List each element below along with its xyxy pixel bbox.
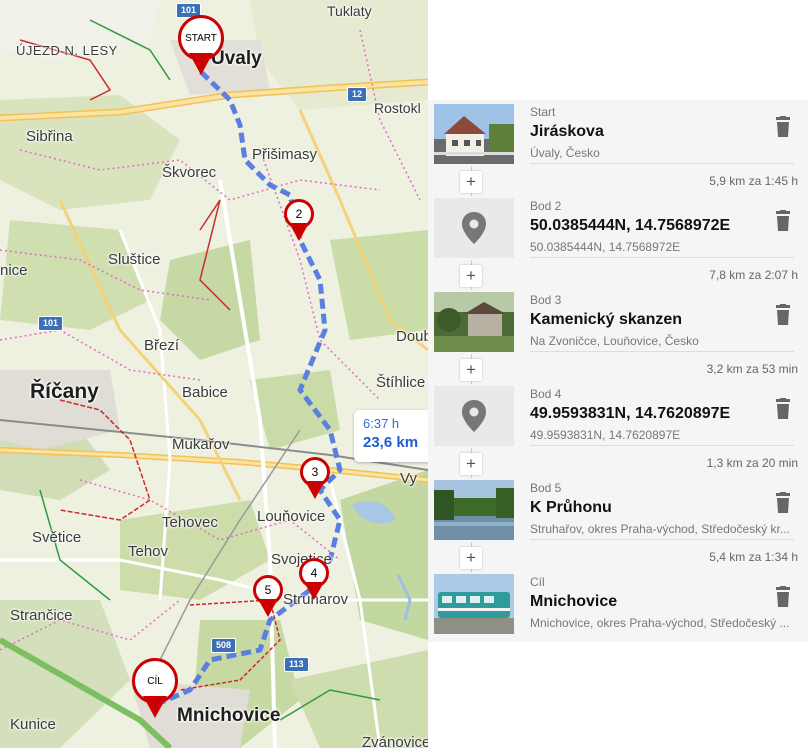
waypoint-marker-5[interactable]: 5 <box>253 575 285 621</box>
route-point-kind: Bod 3 <box>530 293 562 307</box>
place-tuklaty: Tuklaty <box>327 3 372 19</box>
place-svetice: Světice <box>32 529 82 546</box>
waypoint-marker-3[interactable]: 3 <box>300 457 332 503</box>
place-tehovec: Tehovec <box>162 514 218 531</box>
route-point-4[interactable]: Bod 4 49.9593831N, 14.7620897E 49.959383… <box>428 382 808 446</box>
route-leg-info: 3,2 km za 53 min <box>706 362 798 376</box>
route-point-kind: Cíl <box>530 575 545 589</box>
route-leg: + 1,3 km za 20 min <box>428 448 808 478</box>
place-stihlice: Štíhlice <box>376 374 426 391</box>
route-point-name: Mnichovice <box>530 593 618 610</box>
place-sibrina: Sibřina <box>26 128 73 145</box>
waypoint-marker-2[interactable]: 2 <box>284 199 316 245</box>
place-rostoklaty: Rostokl <box>374 100 421 116</box>
route-point-kind: Bod 2 <box>530 199 562 213</box>
route-point-start[interactable]: Start Jiráskova Úvaly, Česko <box>428 100 808 164</box>
place-kunice: Kunice <box>10 716 56 733</box>
route-leg-info: 5,4 km za 1:34 h <box>709 550 798 564</box>
route-summary[interactable]: 6:37 h 23,6 km <box>354 410 428 462</box>
route-point-address: Struhařov, okres Praha-východ, Středočes… <box>530 522 790 536</box>
map-pin-icon <box>434 198 514 258</box>
waypoint-marker-4[interactable]: 4 <box>299 558 331 604</box>
route-point-kind: Bod 4 <box>530 387 562 401</box>
add-point-button[interactable]: + <box>460 171 482 193</box>
place-skvorec: Škvorec <box>162 164 217 181</box>
route-leg: + 7,8 km za 2:07 h <box>428 260 808 290</box>
delete-icon[interactable] <box>773 210 793 232</box>
route-point-finish[interactable]: Cíl Mnichovice Mnichovice, okres Praha-v… <box>428 570 808 634</box>
delete-icon[interactable] <box>773 398 793 420</box>
map-pin-icon <box>434 386 514 446</box>
route-point-address: Úvaly, Česko <box>530 146 600 160</box>
finish-marker[interactable]: CÍL <box>132 658 178 720</box>
route-point-address: Mnichovice, okres Praha-východ, Středoče… <box>530 616 790 630</box>
place-mnichovice: Mnichovice <box>177 705 281 726</box>
place-nice: nice <box>0 262 28 279</box>
route-leg-info: 7,8 km za 2:07 h <box>709 268 798 282</box>
place-prisimasy: Přišimasy <box>252 146 318 163</box>
place-doubek: Doub <box>396 328 428 345</box>
place-mukarov: Mukařov <box>172 436 230 453</box>
map-base-layer <box>0 0 428 748</box>
place-ujezd: ÚJEZD N. LESY <box>16 43 118 58</box>
route-point-address: Na Zvoničce, Louňovice, Česko <box>530 334 699 348</box>
road-shield-12: 12 <box>347 87 368 102</box>
place-slustice: Sluštice <box>108 251 161 268</box>
place-vy: Vy <box>400 470 417 487</box>
start-marker[interactable]: START <box>178 15 224 77</box>
delete-icon[interactable] <box>773 586 793 608</box>
route-leg: + 5,9 km za 1:45 h <box>428 166 808 196</box>
route-point-photo <box>434 574 514 634</box>
route-point-2[interactable]: Bod 2 50.0385444N, 14.7568972E 50.038544… <box>428 194 808 258</box>
route-point-3[interactable]: Bod 3 Kamenický skanzen Na Zvoničce, Lou… <box>428 288 808 352</box>
route-points-panel: Start Jiráskova Úvaly, Česko + 5,9 km za… <box>428 100 808 642</box>
route-total-time: 6:37 h <box>363 416 400 431</box>
route-point-name: Kamenický skanzen <box>530 311 683 328</box>
route-leg: + 5,4 km za 1:34 h <box>428 542 808 572</box>
add-point-button[interactable]: + <box>460 547 482 569</box>
route-point-photo <box>434 292 514 352</box>
route-total-distance: 23,6 km <box>363 434 419 451</box>
route-leg-info: 1,3 km za 20 min <box>706 456 798 470</box>
route-point-address: 50.0385444N, 14.7568972E <box>530 240 681 254</box>
route-point-photo <box>434 104 514 164</box>
place-brezi: Březí <box>144 337 180 354</box>
route-point-name: 49.9593831N, 14.7620897E <box>530 405 731 422</box>
add-point-button[interactable]: + <box>460 359 482 381</box>
route-point-name: 50.0385444N, 14.7568972E <box>530 217 731 234</box>
route-point-kind: Bod 5 <box>530 481 562 495</box>
route-point-photo <box>434 480 514 540</box>
route-point-address: 49.9593831N, 14.7620897E <box>530 428 681 442</box>
add-point-button[interactable]: + <box>460 265 482 287</box>
route-point-name: K Průhonu <box>530 499 612 516</box>
place-zvanovice: Zvánovice <box>362 734 428 748</box>
place-strancice: Strančice <box>10 607 73 624</box>
road-shield-113: 113 <box>284 657 309 672</box>
delete-icon[interactable] <box>773 116 793 138</box>
place-tehov: Tehov <box>128 543 169 560</box>
place-ricany: Říčany <box>30 380 99 403</box>
map-view[interactable]: Tuklaty ÚJEZD N. LESY Úvaly Rostokl Sibř… <box>0 0 428 748</box>
route-leg-info: 5,9 km za 1:45 h <box>709 174 798 188</box>
route-point-name: Jiráskova <box>530 123 604 140</box>
add-point-button[interactable]: + <box>460 453 482 475</box>
route-leg: + 3,2 km za 53 min <box>428 354 808 384</box>
place-lounovice: Louňovice <box>257 508 326 525</box>
place-babice: Babice <box>182 384 228 401</box>
road-shield-508: 508 <box>211 638 237 653</box>
route-point-kind: Start <box>530 105 556 119</box>
delete-icon[interactable] <box>773 304 793 326</box>
road-shield-101: 101 <box>38 316 64 331</box>
route-point-5[interactable]: Bod 5 K Průhonu Struhařov, okres Praha-v… <box>428 476 808 540</box>
delete-icon[interactable] <box>773 492 793 514</box>
